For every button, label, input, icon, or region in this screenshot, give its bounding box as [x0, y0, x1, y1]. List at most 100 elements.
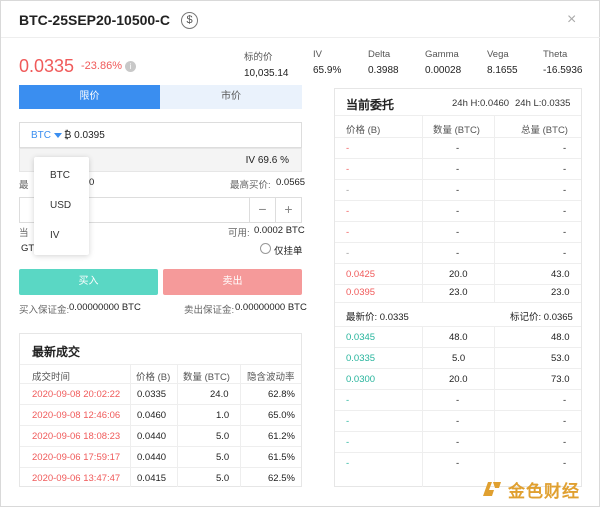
dropdown-option-iv[interactable]: IV: [50, 230, 59, 241]
trade-time: 2020-09-08 20:02:22: [32, 389, 121, 400]
ask-row[interactable]: - - -: [335, 201, 581, 221]
bid-qty: 48.0: [449, 332, 468, 343]
recent-trades-title: 最新成交: [32, 345, 81, 359]
bid-row[interactable]: - - -: [335, 411, 581, 431]
trade-qty: 5.0: [216, 431, 230, 442]
tab-market[interactable]: 市价: [160, 85, 302, 109]
column-header: 数量 (BTC): [183, 372, 230, 383]
bid-price: 0.0300: [346, 374, 376, 385]
ask-row[interactable]: - - -: [335, 180, 581, 200]
dropdown-option-usd[interactable]: USD: [50, 200, 71, 211]
dropdown-option-btc[interactable]: BTC: [50, 170, 70, 181]
trade-qty: 5.0: [216, 452, 230, 463]
buy-button[interactable]: 买入: [19, 269, 158, 295]
bid-qty: -: [456, 395, 460, 406]
bid-total: -: [563, 395, 567, 406]
post-only-label: 仅挂单: [274, 246, 303, 257]
mark-price-label: 标记价: 0.0365: [510, 312, 573, 323]
bid-row[interactable]: 0.0300 20.0 73.0: [335, 369, 581, 389]
stat-value: 0.00028: [425, 65, 462, 76]
bid-row[interactable]: - - -: [335, 453, 581, 473]
ask-total: -: [563, 185, 567, 196]
column-header: 价格 (B): [346, 125, 381, 136]
increment-button[interactable]: +: [275, 198, 301, 222]
bid-total: 53.0: [551, 353, 570, 364]
post-only-radio[interactable]: [260, 243, 271, 254]
ask-row[interactable]: 0.0395 23.0 23.0: [335, 282, 581, 302]
caret-down-icon: [54, 132, 62, 138]
table-row: 2020-09-08 20:02:22 0.0335 24.0 62.8%: [20, 384, 301, 405]
trade-price: 0.0415: [137, 473, 167, 484]
best-ask-value: 0.0565: [276, 177, 306, 188]
trade-qty: 1.0: [216, 410, 230, 421]
best-bid-label: 最: [19, 180, 29, 191]
ask-total: 43.0: [551, 269, 570, 280]
info-icon[interactable]: i: [125, 61, 136, 72]
bid-price: 0.0335: [346, 353, 376, 364]
trade-time: 2020-09-06 17:59:17: [32, 452, 121, 463]
buy-margin-value: 0.00000000 BTC: [69, 302, 141, 313]
trade-price: 0.0460: [137, 410, 167, 421]
trade-time: 2020-09-06 18:08:23: [32, 431, 121, 442]
column-header: 成交时间: [32, 372, 71, 383]
price-input[interactable]: BTC ₿ 0.0395: [19, 122, 302, 148]
close-icon[interactable]: ×: [567, 11, 576, 29]
ask-total: -: [563, 164, 567, 175]
bid-row[interactable]: 0.0335 5.0 53.0: [335, 348, 581, 368]
table-row: 2020-09-06 13:47:47 0.0415 5.0 62.5%: [20, 468, 301, 489]
column-header: 数量 (BTC): [433, 125, 480, 136]
bid-total: 73.0: [551, 374, 570, 385]
order-book-title: 当前委托: [346, 98, 395, 112]
ask-price: 0.0425: [346, 269, 376, 280]
sell-margin-value: 0.00000000 BTC: [235, 302, 307, 313]
bid-qty: 5.0: [452, 353, 466, 364]
ask-qty: -: [456, 185, 460, 196]
last-price-label: 最新价: 0.0335: [346, 312, 409, 323]
bid-price: 0.0345: [346, 332, 376, 343]
price-value: ₿ 0.0395: [64, 130, 105, 141]
ask-row[interactable]: - - -: [335, 159, 581, 179]
bid-price: -: [346, 437, 350, 448]
stat-vega: Vega 8.1655: [487, 49, 518, 76]
bid-row[interactable]: - - -: [335, 390, 581, 410]
bid-qty: -: [456, 458, 460, 469]
stat-gamma: Gamma 0.00028: [425, 49, 461, 76]
instrument-title: BTC-25SEP20-10500-C: [19, 12, 170, 28]
ask-qty: -: [456, 206, 460, 217]
stat-underlying: 标的价 10,035.14: [244, 49, 289, 79]
trade-time: 2020-09-08 12:46:06: [32, 410, 121, 421]
available-label: 可用:: [228, 228, 250, 239]
ask-row[interactable]: - - -: [335, 243, 581, 263]
bid-row[interactable]: 0.0345 48.0 48.0: [335, 327, 581, 347]
stat-label: Theta: [543, 49, 568, 60]
ask-qty: -: [456, 143, 460, 154]
column-header: 总量 (BTC): [521, 125, 568, 136]
tab-limit[interactable]: 限价: [19, 85, 160, 109]
high-24h: 24h H:0.0460: [452, 98, 510, 109]
bid-row[interactable]: - - -: [335, 432, 581, 452]
dollar-icon[interactable]: $: [181, 12, 198, 29]
trade-time: 2020-09-06 13:47:47: [32, 473, 121, 484]
sell-button[interactable]: 卖出: [163, 269, 302, 295]
bid-price: -: [346, 395, 350, 406]
unit-select[interactable]: BTC: [31, 130, 62, 141]
ask-price: -: [346, 164, 350, 175]
order-book-panel: 当前委托 24h H:0.0460 24h L:0.0335 价格 (B) 数量…: [334, 88, 582, 487]
unit-select-label: BTC: [31, 130, 51, 141]
decrement-button[interactable]: −: [249, 198, 275, 222]
bid-qty: -: [456, 416, 460, 427]
ask-row[interactable]: - - -: [335, 222, 581, 242]
ask-row[interactable]: - - -: [335, 138, 581, 158]
table-row: 2020-09-06 17:59:17 0.0440 5.0 61.5%: [20, 447, 301, 468]
header-divider: [1, 37, 600, 38]
low-24h: 24h L:0.0335: [515, 98, 571, 109]
stat-value: 10,035.14: [244, 68, 289, 79]
price-change: -23.86%: [81, 60, 122, 72]
unit-dropdown-menu: BTC USD IV: [34, 157, 89, 255]
best-ask-label: 最高买价:: [230, 180, 271, 191]
trade-price: 0.0440: [137, 452, 167, 463]
trade-iv: 62.8%: [268, 389, 295, 400]
iv-value: IV 69.6 %: [245, 155, 289, 166]
time-in-force-label[interactable]: GT: [21, 243, 34, 254]
ask-row[interactable]: 0.0425 20.0 43.0: [335, 264, 581, 284]
